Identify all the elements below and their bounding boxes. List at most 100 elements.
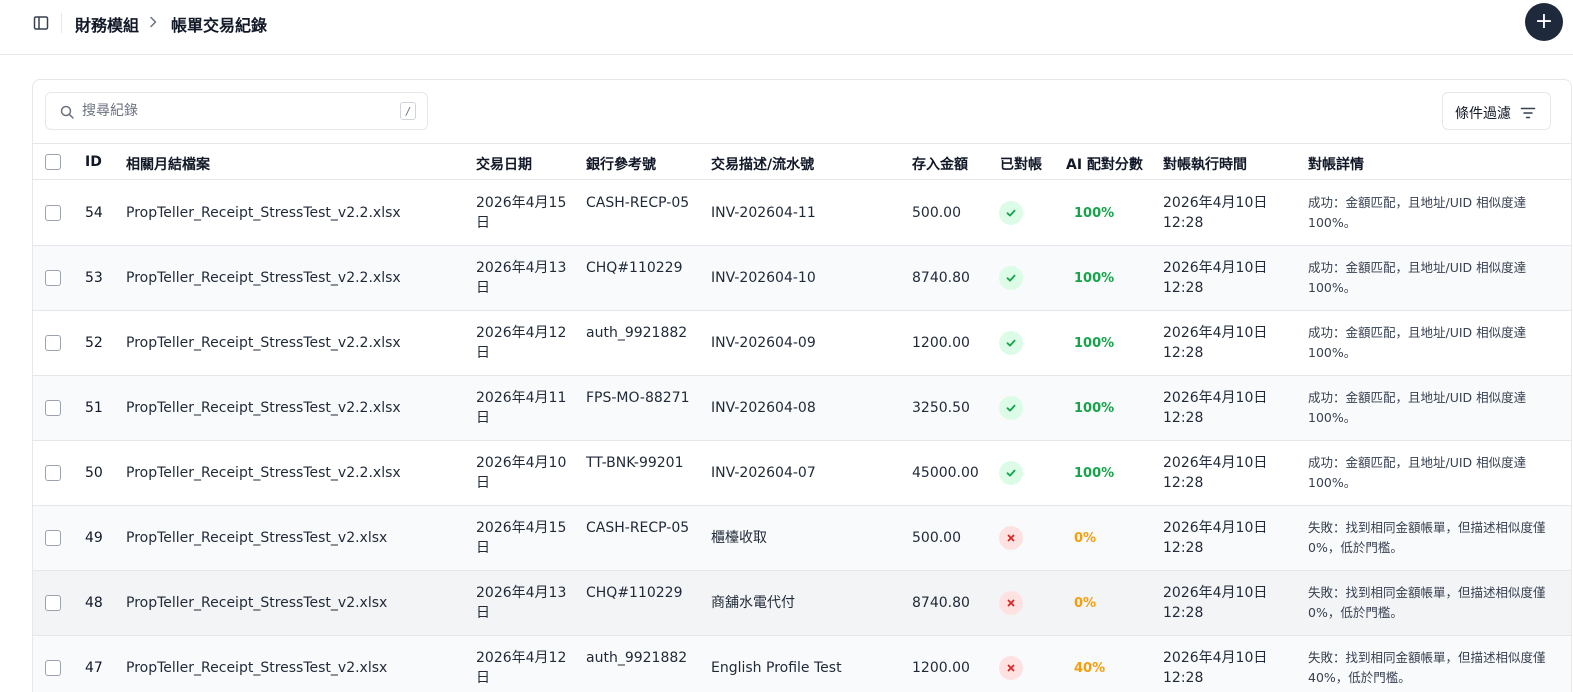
row-checkbox[interactable] bbox=[45, 595, 61, 611]
row-id: 48 bbox=[85, 595, 103, 611]
x-icon bbox=[999, 526, 1023, 550]
row-exec-time: 2026年4月10日 12:28 bbox=[1163, 455, 1268, 491]
row-file: PropTeller_Receipt_StressTest_v2.2.xlsx bbox=[126, 335, 401, 351]
row-checkbox[interactable] bbox=[45, 465, 61, 481]
row-ai-score: 100% bbox=[1074, 271, 1115, 286]
row-bank-ref: TT-BNK-99201 bbox=[586, 455, 684, 471]
row-id: 52 bbox=[85, 335, 103, 351]
row-amount: 1200.00 bbox=[912, 335, 970, 351]
row-exec-time: 2026年4月10日 12:28 bbox=[1163, 195, 1268, 231]
row-checkbox[interactable] bbox=[45, 335, 61, 351]
row-checkbox[interactable] bbox=[45, 205, 61, 221]
table-row[interactable]: 47 PropTeller_Receipt_StressTest_v2.xlsx 2… bbox=[33, 636, 1571, 692]
chevron-right-icon bbox=[146, 14, 160, 30]
table-row[interactable]: 54 PropTeller_Receipt_StressTest_v2.2.xls… bbox=[33, 181, 1571, 246]
check-icon bbox=[999, 201, 1023, 225]
col-file[interactable]: 相關月結檔案 bbox=[126, 154, 210, 174]
row-id: 49 bbox=[85, 530, 103, 546]
row-file: PropTeller_Receipt_StressTest_v2.xlsx bbox=[126, 595, 388, 611]
search-icon bbox=[60, 104, 74, 119]
row-checkbox[interactable] bbox=[45, 400, 61, 416]
row-amount: 500.00 bbox=[912, 530, 961, 546]
row-amount: 45000.00 bbox=[912, 465, 979, 481]
row-date: 2026年4月13日 bbox=[476, 260, 567, 296]
row-file: PropTeller_Receipt_StressTest_v2.2.xlsx bbox=[126, 400, 401, 416]
row-file: PropTeller_Receipt_StressTest_v2.2.xlsx bbox=[126, 205, 401, 221]
row-exec-time: 2026年4月10日 12:28 bbox=[1163, 650, 1268, 686]
row-file: PropTeller_Receipt_StressTest_v2.xlsx bbox=[126, 660, 388, 676]
row-detail: 成功：金額匹配，且地址/UID 相似度達 100%。 bbox=[1308, 390, 1527, 425]
col-id[interactable]: ID bbox=[85, 154, 102, 170]
filter-button[interactable]: 條件過濾 bbox=[1442, 92, 1551, 130]
row-file: PropTeller_Receipt_StressTest_v2.2.xlsx bbox=[126, 270, 401, 286]
col-detail[interactable]: 對帳詳情 bbox=[1308, 154, 1364, 174]
row-checkbox[interactable] bbox=[45, 270, 61, 286]
check-icon bbox=[999, 461, 1023, 485]
search-input[interactable] bbox=[82, 93, 392, 129]
breadcrumb-parent[interactable]: 財務模組 bbox=[75, 12, 139, 36]
row-amount: 8740.80 bbox=[912, 595, 970, 611]
page-title: 帳單交易紀錄 bbox=[171, 16, 268, 35]
row-exec-time: 2026年4月10日 12:28 bbox=[1163, 390, 1268, 426]
col-amount[interactable]: 存入金額 bbox=[912, 154, 968, 174]
row-bank-ref: FPS-MO-88271 bbox=[586, 390, 690, 406]
row-bank-ref: CHQ#110229 bbox=[586, 585, 683, 601]
row-date: 2026年4月13日 bbox=[476, 585, 567, 621]
col-desc[interactable]: 交易描述/流水號 bbox=[711, 154, 814, 174]
col-bank-ref[interactable]: 銀行參考號 bbox=[586, 154, 656, 174]
row-detail: 成功：金額匹配，且地址/UID 相似度達 100%。 bbox=[1308, 260, 1527, 295]
check-icon bbox=[999, 331, 1023, 355]
filter-icon bbox=[1520, 105, 1536, 119]
row-bank-ref: CHQ#110229 bbox=[586, 260, 683, 276]
row-id: 51 bbox=[85, 400, 103, 416]
row-ai-score: 100% bbox=[1074, 466, 1115, 481]
col-ai-score[interactable]: AI 配對分數 bbox=[1066, 154, 1143, 174]
row-ai-score: 0% bbox=[1074, 596, 1097, 611]
row-exec-time: 2026年4月10日 12:28 bbox=[1163, 585, 1268, 621]
x-icon bbox=[999, 656, 1023, 680]
check-icon bbox=[999, 266, 1023, 290]
row-date: 2026年4月11日 bbox=[476, 390, 567, 426]
row-desc: INV-202604-08 bbox=[711, 400, 816, 416]
table-row[interactable]: 52 PropTeller_Receipt_StressTest_v2.2.xls… bbox=[33, 311, 1571, 376]
row-checkbox[interactable] bbox=[45, 530, 61, 546]
row-desc: INV-202604-10 bbox=[711, 270, 816, 286]
row-desc: INV-202604-09 bbox=[711, 335, 816, 351]
search-box: / bbox=[45, 92, 428, 130]
row-date: 2026年4月15日 bbox=[476, 520, 567, 556]
records-card: / 條件過濾 ID 相關月結檔案 交易日期 銀行參考號 交易描述/流水號 存入金… bbox=[32, 79, 1572, 692]
row-desc: English Profile Test bbox=[711, 660, 842, 676]
table-row[interactable]: 48 PropTeller_Receipt_StressTest_v2.xlsx 2… bbox=[33, 571, 1571, 636]
row-detail: 失敗：找到相同金額帳單，但描述相似度僅 40%，低於門檻。 bbox=[1308, 650, 1546, 685]
select-all-checkbox[interactable] bbox=[45, 154, 61, 170]
table-row[interactable]: 50 PropTeller_Receipt_StressTest_v2.2.xls… bbox=[33, 441, 1571, 506]
row-ai-score: 100% bbox=[1074, 336, 1115, 351]
col-reconciled[interactable]: 已對帳 bbox=[1000, 154, 1042, 174]
row-id: 53 bbox=[85, 270, 103, 286]
row-date: 2026年4月15日 bbox=[476, 195, 567, 231]
row-amount: 500.00 bbox=[912, 205, 961, 221]
row-detail: 失敗：找到相同金額帳單，但描述相似度僅 0%，低於門檻。 bbox=[1308, 520, 1546, 555]
row-exec-time: 2026年4月10日 12:28 bbox=[1163, 520, 1268, 556]
table-row[interactable]: 51 PropTeller_Receipt_StressTest_v2.2.xls… bbox=[33, 376, 1571, 441]
col-date[interactable]: 交易日期 bbox=[476, 154, 532, 174]
row-detail: 成功：金額匹配，且地址/UID 相似度達 100%。 bbox=[1308, 325, 1527, 360]
col-exec-time[interactable]: 對帳執行時間 bbox=[1163, 154, 1247, 174]
row-detail: 成功：金額匹配，且地址/UID 相似度達 100%。 bbox=[1308, 455, 1527, 490]
row-detail: 失敗：找到相同金額帳單，但描述相似度僅 0%，低於門檻。 bbox=[1308, 585, 1546, 620]
add-button[interactable]: + bbox=[1525, 3, 1563, 41]
table-row[interactable]: 53 PropTeller_Receipt_StressTest_v2.2.xls… bbox=[33, 246, 1571, 311]
row-desc: 商舖水電代付 bbox=[711, 595, 795, 611]
row-file: PropTeller_Receipt_StressTest_v2.xlsx bbox=[126, 530, 388, 546]
table-row[interactable]: 49 PropTeller_Receipt_StressTest_v2.xlsx 2… bbox=[33, 506, 1571, 571]
row-ai-score: 40% bbox=[1074, 661, 1106, 676]
row-bank-ref: auth_9921882 bbox=[586, 325, 688, 341]
sidebar-icon[interactable] bbox=[31, 13, 51, 33]
row-amount: 1200.00 bbox=[912, 660, 970, 676]
row-checkbox[interactable] bbox=[45, 660, 61, 676]
row-date: 2026年4月10日 bbox=[476, 455, 567, 491]
filter-label: 條件過濾 bbox=[1455, 106, 1511, 122]
row-exec-time: 2026年4月10日 12:28 bbox=[1163, 260, 1268, 296]
row-bank-ref: CASH-RECP-05 bbox=[586, 195, 690, 211]
row-date: 2026年4月12日 bbox=[476, 650, 567, 686]
